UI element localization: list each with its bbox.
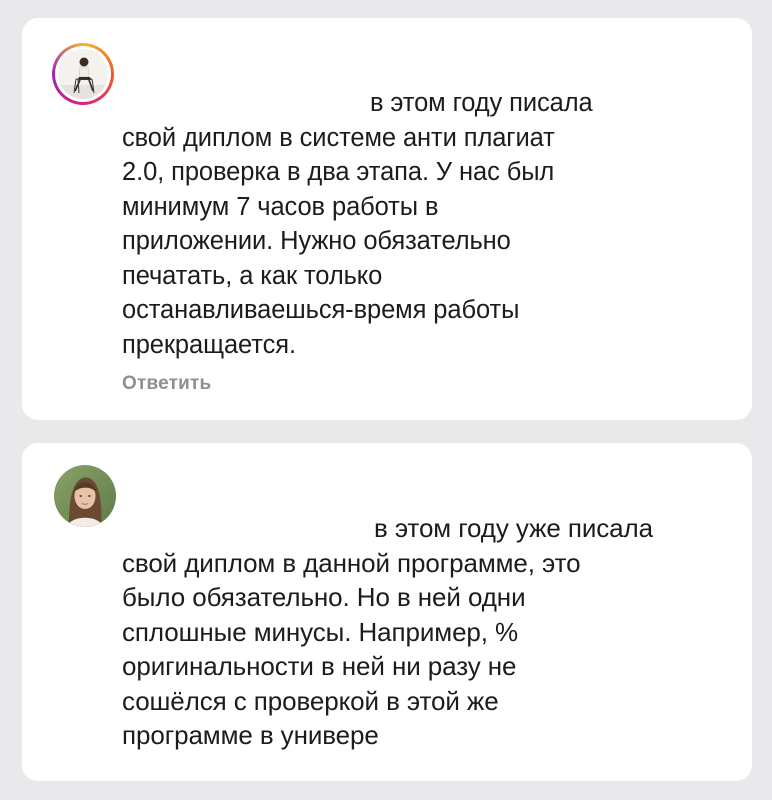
- comment-line: оригинальности в ней ни разу не: [122, 651, 517, 681]
- comment-line: было обязательно. Но в ней одни: [122, 582, 526, 612]
- comment-line: сошёлся с проверкой в этой же: [122, 685, 499, 716]
- comment-line: свой диплом в системе анти плагиат: [122, 123, 555, 152]
- comment-line: приложении. Нужно обязательно: [122, 227, 511, 255]
- comment-card: в этом году уже писала свой диплом в данн…: [22, 443, 752, 781]
- reply-button[interactable]: Ответить: [122, 373, 211, 395]
- comment-line: 2.0, проверка в два этапа. У нас был: [122, 158, 555, 186]
- comment-line: останавливаешься-время работы: [122, 296, 520, 324]
- comment-line: в этом году писала: [370, 89, 593, 117]
- comment-line: печатать, а как только: [122, 261, 383, 290]
- story-ring[interactable]: [52, 43, 114, 105]
- comment-line: минимум 7 часов работы в: [122, 192, 439, 221]
- comment-line: свой диплом в данной программе, это: [122, 547, 581, 578]
- comment-line: сплошные минусы. Например, %: [122, 616, 519, 647]
- avatar[interactable]: [54, 465, 116, 527]
- comment-line: программе в универе: [122, 720, 379, 750]
- comment-line: в этом году уже писала: [374, 513, 653, 543]
- comment-text: в этом году писала свой диплом в системе …: [122, 86, 682, 362]
- avatar-icon: [58, 49, 108, 99]
- comment-card: в этом году писала свой диплом в системе …: [22, 18, 752, 420]
- comment-line: прекращается.: [122, 330, 296, 359]
- comment-text: в этом году уже писала свой диплом в данн…: [122, 511, 722, 753]
- avatar-icon: [54, 465, 116, 527]
